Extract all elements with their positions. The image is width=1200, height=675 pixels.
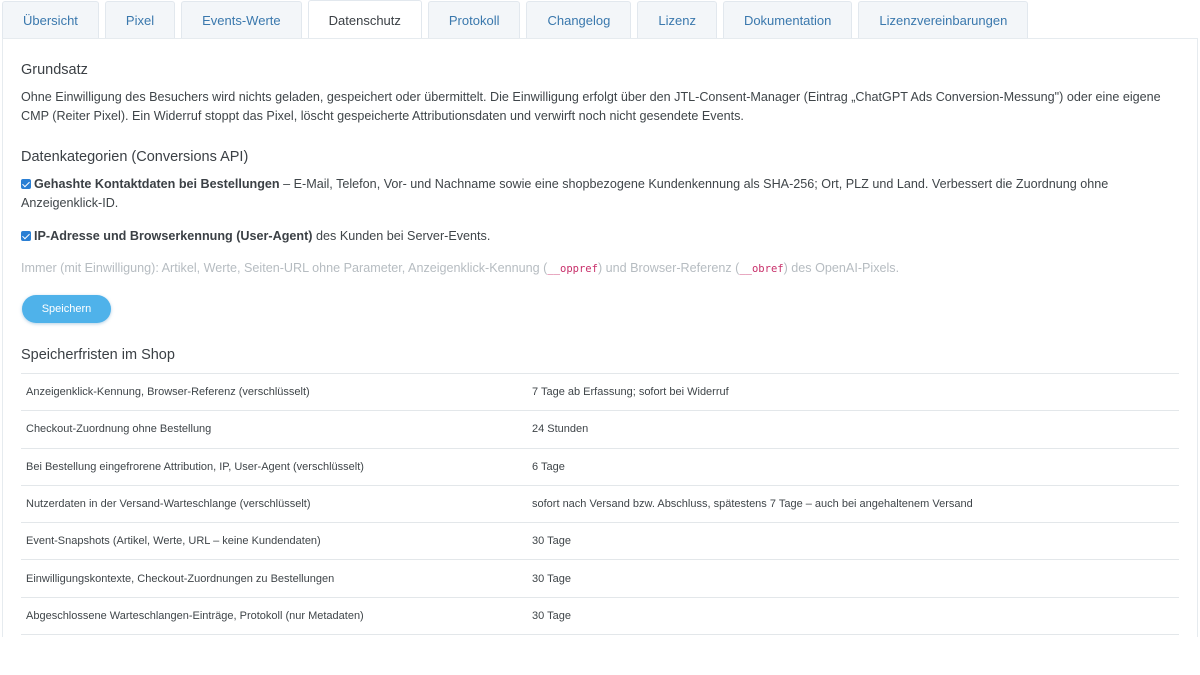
tab-bar: Übersicht Pixel Events-Werte Datenschutz… [2, 0, 1198, 39]
retention-item: Event-Snapshots (Artikel, Werte, URL – k… [21, 522, 527, 560]
tab-license-agreements[interactable]: Lizenzvereinbarungen [858, 1, 1029, 39]
contact-data-label[interactable]: Gehashte Kontaktdaten bei Bestellungen [34, 177, 280, 191]
oppref-code: __oppref [547, 263, 598, 275]
retention-item: Abgeschlossene Warteschlangen-Einträge, … [21, 596, 527, 636]
table-row: Einwilligungskontexte, Checkout-Zuordnun… [21, 559, 1179, 598]
principle-heading: Grundsatz [21, 62, 88, 78]
tab-event-values[interactable]: Events-Werte [181, 1, 302, 39]
always-note-prefix: Immer (mit Einwilligung): Artikel, Werte… [21, 261, 548, 275]
table-row: Event-Snapshots (Artikel, Werte, URL – k… [21, 522, 1179, 560]
always-sent-note: Immer (mit Einwilligung): Artikel, Werte… [21, 259, 1177, 279]
contact-data-option: Gehashte Kontaktdaten bei Bestellungen –… [21, 175, 1177, 213]
ip-useragent-checkbox[interactable] [21, 231, 31, 241]
table-row: Checkout-Zuordnung ohne Bestellung 24 St… [21, 410, 1179, 449]
privacy-panel: Grundsatz Ohne Einwilligung des Besucher… [2, 38, 1198, 637]
tab-pixel[interactable]: Pixel [104, 1, 176, 39]
ip-useragent-label[interactable]: IP-Adresse und Browserkennung (User-Agen… [34, 229, 313, 243]
tab-documentation[interactable]: Dokumentation [722, 1, 853, 39]
always-note-suffix: ) des OpenAI-Pixels. [783, 261, 900, 275]
retention-period: 30 Tage [527, 522, 1179, 560]
retention-table: Anzeigenklick-Kennung, Browser-Referenz … [21, 372, 1179, 636]
retention-period: 7 Tage ab Erfassung; sofort bei Widerruf [527, 372, 1179, 411]
retention-heading: Speicherfristen im Shop [21, 347, 175, 363]
contact-data-checkbox[interactable] [21, 179, 31, 189]
retention-period: 6 Tage [527, 447, 1179, 486]
always-note-middle: ) und Browser-Referenz ( [597, 261, 740, 275]
retention-period: 30 Tage [527, 559, 1179, 598]
table-row: Nutzerdaten in der Versand-Warteschlange… [21, 484, 1179, 523]
retention-item: Einwilligungskontexte, Checkout-Zuordnun… [21, 559, 527, 598]
retention-period: 30 Tage [527, 596, 1179, 636]
plugin-settings-frame: Übersicht Pixel Events-Werte Datenschutz… [0, 0, 1200, 675]
table-row: Bei Bestellung eingefrorene Attribution,… [21, 447, 1179, 486]
retention-item: Bei Bestellung eingefrorene Attribution,… [21, 447, 527, 486]
retention-item: Anzeigenklick-Kennung, Browser-Referenz … [21, 372, 527, 411]
retention-item: Nutzerdaten in der Versand-Warteschlange… [21, 484, 527, 523]
tab-license[interactable]: Lizenz [637, 1, 717, 39]
retention-period: 24 Stunden [527, 410, 1179, 449]
tab-privacy[interactable]: Datenschutz [307, 0, 422, 39]
tab-changelog[interactable]: Changelog [526, 1, 632, 39]
obref-code: __obref [739, 263, 784, 275]
ip-useragent-description: des Kunden bei Server-Events. [312, 229, 491, 243]
ip-useragent-option: IP-Adresse und Browserkennung (User-Agen… [21, 227, 1177, 246]
retention-item: Checkout-Zuordnung ohne Bestellung [21, 410, 527, 449]
tab-log[interactable]: Protokoll [427, 1, 521, 39]
save-button[interactable]: Speichern [22, 295, 111, 323]
tab-overview[interactable]: Übersicht [2, 1, 99, 39]
categories-heading: Datenkategorien (Conversions API) [21, 149, 249, 165]
retention-period: sofort nach Versand bzw. Abschluss, spät… [527, 484, 1179, 523]
principle-text: Ohne Einwilligung des Besuchers wird nic… [21, 90, 1161, 123]
table-row: Abgeschlossene Warteschlangen-Einträge, … [21, 596, 1179, 636]
table-row: Anzeigenklick-Kennung, Browser-Referenz … [21, 372, 1179, 411]
